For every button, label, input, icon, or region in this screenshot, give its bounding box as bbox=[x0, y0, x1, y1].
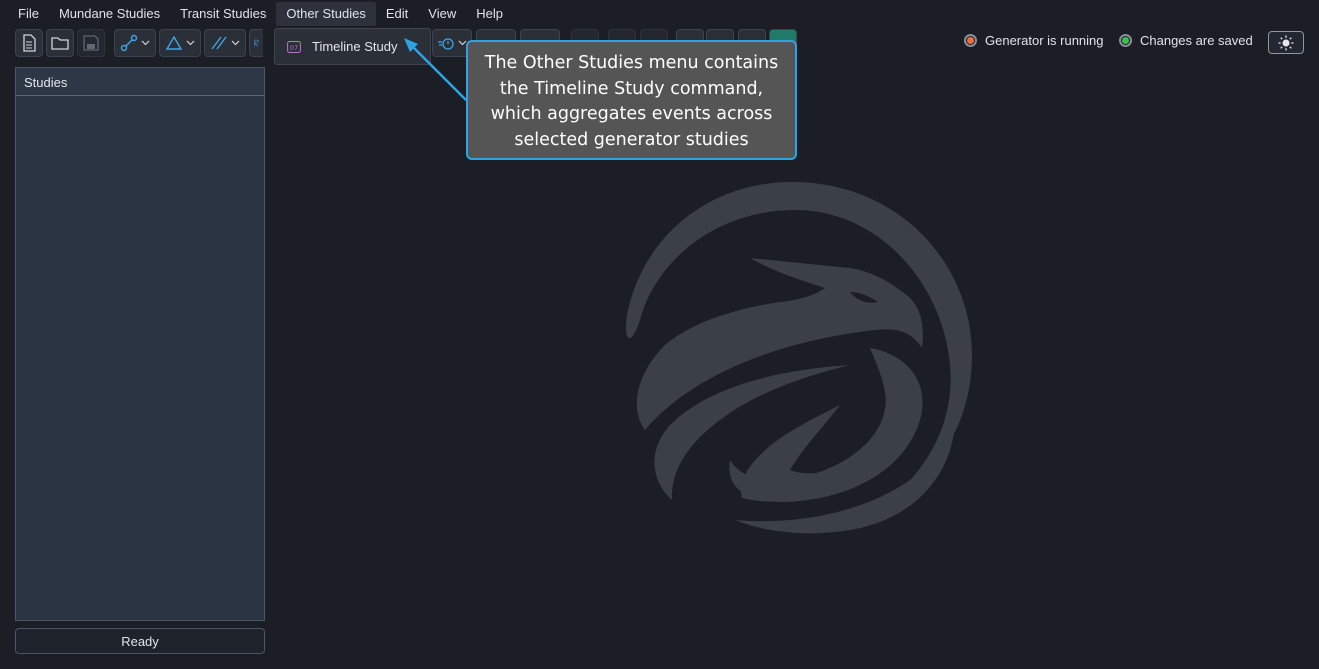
toolbar bbox=[15, 29, 263, 57]
other-studies-dropdown: 07 Timeline Study bbox=[274, 28, 431, 65]
triangle-icon bbox=[165, 35, 183, 50]
menu-item-timeline-study[interactable]: Timeline Study bbox=[312, 39, 398, 54]
chevron-down-icon bbox=[231, 40, 240, 46]
aspect-dropdown-button[interactable] bbox=[114, 29, 156, 57]
triangle-dropdown-button[interactable] bbox=[159, 29, 201, 57]
menu-bar: File Mundane Studies Transit Studies Oth… bbox=[0, 0, 1319, 27]
menu-other-studies[interactable]: Other Studies bbox=[276, 1, 376, 26]
save-icon bbox=[83, 35, 99, 51]
menu-transit-studies[interactable]: Transit Studies bbox=[170, 2, 276, 26]
menu-help[interactable]: Help bbox=[466, 2, 513, 26]
sun-icon bbox=[1278, 35, 1294, 50]
chevron-down-icon bbox=[141, 40, 150, 46]
saved-status: Changes are saved bbox=[1119, 33, 1253, 48]
generator-status: Generator is running bbox=[964, 33, 1104, 48]
stopwatch-icon bbox=[438, 38, 454, 50]
saved-status-dot bbox=[1119, 34, 1132, 47]
open-file-button[interactable] bbox=[46, 29, 74, 57]
link-nodes-icon bbox=[120, 34, 138, 52]
studies-list[interactable] bbox=[16, 96, 264, 620]
tutorial-callout: The Other Studies menu contains the Time… bbox=[466, 40, 797, 160]
menu-mundane-studies[interactable]: Mundane Studies bbox=[49, 2, 170, 26]
menu-view[interactable]: View bbox=[418, 2, 466, 26]
generator-status-dot bbox=[964, 34, 977, 47]
parallel-dropdown-button[interactable] bbox=[204, 29, 246, 57]
studies-panel-header: Studies bbox=[16, 68, 264, 96]
folder-icon bbox=[51, 37, 69, 50]
status-bar: Ready bbox=[15, 628, 265, 654]
studies-panel: Studies bbox=[15, 67, 265, 621]
saved-status-label: Changes are saved bbox=[1140, 33, 1253, 48]
svg-text:07: 07 bbox=[290, 44, 298, 52]
menu-edit[interactable]: Edit bbox=[376, 2, 418, 26]
new-file-button[interactable] bbox=[15, 29, 43, 57]
new-file-icon bbox=[23, 34, 36, 52]
theme-toggle-button[interactable] bbox=[1268, 31, 1304, 54]
r-letter-icon bbox=[254, 39, 259, 47]
menu-file[interactable]: File bbox=[8, 2, 49, 26]
calendar-icon: 07 bbox=[287, 41, 301, 53]
generator-status-label: Generator is running bbox=[985, 33, 1104, 48]
r-tool-button[interactable] bbox=[249, 29, 263, 57]
chevron-down-icon bbox=[186, 40, 195, 46]
parallel-lines-icon bbox=[211, 36, 227, 50]
eagle-logo bbox=[625, 182, 972, 534]
save-button[interactable] bbox=[77, 29, 105, 57]
